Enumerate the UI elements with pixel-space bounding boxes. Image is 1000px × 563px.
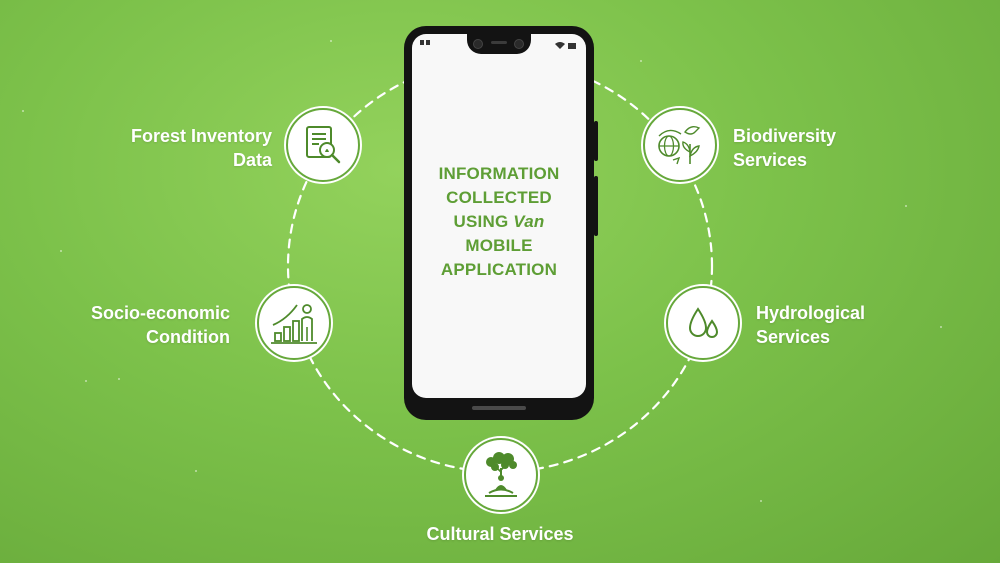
status-icons [554,38,578,56]
speaker-grille [491,41,507,44]
center-title: INFORMATION COLLECTED USING Van MOBILE A… [412,162,586,282]
phone-side-button [594,121,598,161]
signal-icon [420,40,430,45]
phone-notch [467,34,531,54]
node-biodiversity [643,108,717,182]
node-socio-economic [257,286,331,360]
label-hydrological: Hydrological Services [756,301,936,349]
label-biodiversity: Biodiversity Services [733,124,913,172]
label-cultural: Cultural Services [400,522,600,546]
home-indicator [472,406,526,410]
front-camera-icon [473,39,483,49]
globe-bird-plant-icon [658,125,701,165]
phone-device: INFORMATION COLLECTED USING Van MOBILE A… [404,26,598,420]
label-line: Data [232,150,272,170]
wifi-battery-icon [555,42,576,49]
label-line: Condition [146,327,230,347]
center-title-line: APPLICATION [440,260,558,279]
label-line: Forest Inventory [130,126,272,146]
label-line: Cultural Services [426,524,574,544]
label-forest-inventory: Forest Inventory Data [100,124,272,172]
center-title-line: COLLECTED [446,188,552,207]
front-camera-icon [514,39,524,49]
center-title-line: MOBILE [465,236,533,255]
person-growth-chart-icon [271,304,317,344]
label-line: Services [756,327,831,347]
document-magnifier-icon [306,126,341,164]
meditating-person-tree-icon [485,452,517,497]
node-cultural [464,438,538,512]
label-line: Socio-economic [90,303,230,323]
app-name: Van [513,212,545,231]
node-forest-inventory [286,108,360,182]
center-title-prefix: USING [453,212,514,231]
phone-screen: INFORMATION COLLECTED USING Van MOBILE A… [412,34,586,398]
diagram-canvas: INFORMATION COLLECTED USING Van MOBILE A… [0,0,1000,563]
label-socio-economic: Socio-economic Condition [60,301,230,349]
water-drops-icon [688,307,719,338]
label-line: Services [733,150,808,170]
center-title-line: INFORMATION [438,164,560,183]
label-line: Hydrological [756,303,866,323]
node-hydrological [666,286,740,360]
label-line: Biodiversity [733,126,837,146]
phone-volume-button [594,176,598,236]
center-title-line: USING Van [412,210,586,234]
